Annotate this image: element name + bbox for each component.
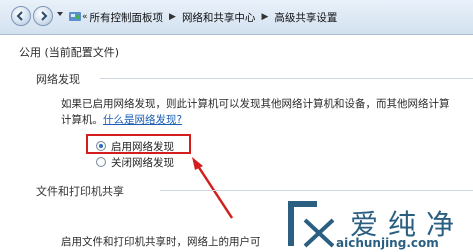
- section-divider: [160, 190, 473, 191]
- watermark-logo-icon: [288, 201, 335, 248]
- watermark-url: aichunjing.com: [336, 236, 439, 250]
- file-printer-sharing-heading: 文件和打印机共享: [36, 185, 124, 198]
